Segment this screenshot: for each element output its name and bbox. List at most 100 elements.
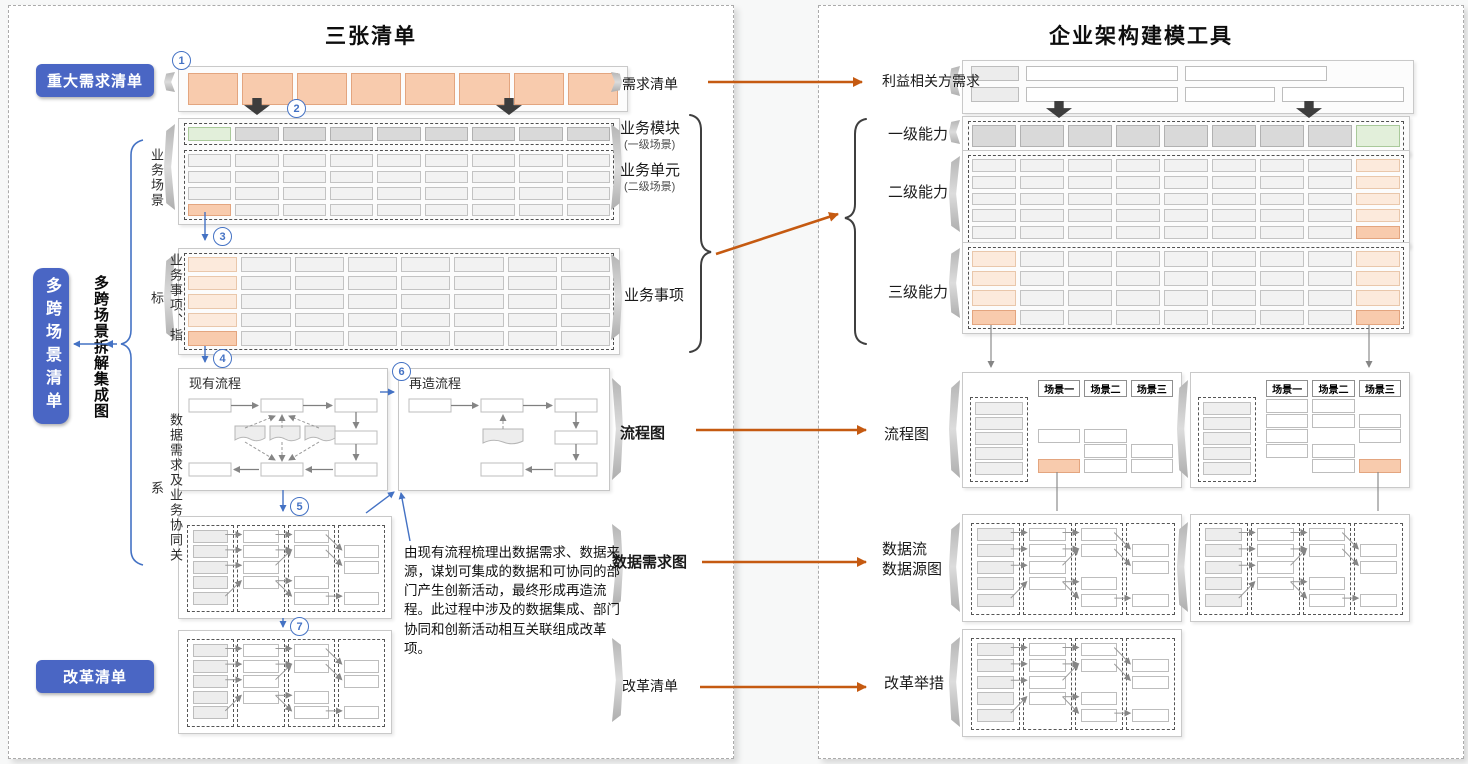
grid-cell: [348, 331, 397, 346]
grid-cell: [242, 73, 292, 105]
grid-cell: [1308, 290, 1352, 306]
lane-step-box: [975, 447, 1023, 460]
swimlane-activity-box: [1359, 429, 1401, 443]
mapping-box: [1029, 676, 1066, 689]
grid-cell: [567, 187, 610, 200]
grid-cell: [454, 257, 503, 272]
step-1-badge: 1: [172, 51, 191, 70]
mapping-box: [1081, 544, 1118, 557]
grid-cell: [401, 257, 450, 272]
grid-cell: [567, 204, 610, 217]
grid-cell: [1116, 159, 1160, 172]
grid-cell: [283, 127, 326, 141]
grid-cell: [1260, 193, 1304, 206]
reform-measures-map: [962, 629, 1182, 737]
swimlane-activity-box: [1266, 414, 1308, 428]
vertical-label-decompose-integrate: 多跨场景拆解集成图: [90, 266, 111, 428]
level2-capability-grid: [968, 155, 1404, 243]
grid-cell: [1116, 193, 1160, 206]
label-stakeholder-requirements: 利益相关方需求: [882, 71, 980, 91]
grid-cell: [1260, 176, 1304, 189]
grid-cell: [1116, 251, 1160, 267]
grid-cell: [283, 171, 326, 184]
swimlane-activity-box: [1359, 414, 1401, 428]
grid-cell: [508, 294, 557, 309]
grid-cell: [972, 251, 1016, 267]
stakeholder-item-box: [1026, 66, 1178, 81]
mapping-box: [1360, 544, 1397, 557]
mapping-box: [1029, 659, 1066, 672]
grid-cell: [1356, 290, 1400, 306]
grid-cell: [1068, 251, 1112, 267]
side-label-business-scene: 业务场景: [147, 136, 166, 220]
grid-cell: [561, 276, 610, 291]
mapping-box: [1257, 561, 1294, 574]
grid-cell: [1020, 159, 1064, 172]
process-note-text: 由现有流程梳理出数据需求、数据来源，谋划可集成的数据和可协同的部门产生创新活动，…: [404, 543, 620, 658]
grid-cell: [472, 187, 515, 200]
mapping-box: [1309, 577, 1346, 590]
grid-cell: [972, 226, 1016, 239]
step-7-badge: 7: [290, 617, 309, 636]
grid-cell: [348, 257, 397, 272]
swimlane-activity-box: [1312, 459, 1354, 473]
reform-list-map: [178, 630, 392, 734]
grid-cell: [567, 171, 610, 184]
badge-reform-list: 改革清单: [36, 660, 154, 693]
grid-cell: [972, 193, 1016, 206]
grid-cell: [1356, 310, 1400, 326]
mapping-box: [193, 545, 228, 558]
stakeholder-row: [971, 66, 1405, 81]
label-flow-chart-right: 流程图: [884, 423, 929, 444]
grid-cell: [1164, 176, 1208, 189]
mapping-box: [193, 592, 228, 605]
grid-cell: [1164, 310, 1208, 326]
grid-cell: [235, 154, 278, 167]
grid-cell: [972, 159, 1016, 172]
grid-cell: [401, 313, 450, 328]
swimlane-activity-box: [1084, 459, 1126, 473]
grid-cell: [1356, 159, 1400, 172]
grid-cell: [1260, 290, 1304, 306]
grid-cell: [1308, 193, 1352, 206]
stakeholder-item-box: [1185, 66, 1327, 81]
swimlane-activity-box: [1131, 444, 1173, 458]
grid-cell: [330, 187, 373, 200]
stakeholder-requirements-strip: [962, 60, 1414, 114]
grid-cell: [1212, 176, 1256, 189]
data-flow-source-map-1: [962, 514, 1182, 622]
grid-cell: [1068, 159, 1112, 172]
stakeholder-item-box: [1282, 87, 1404, 102]
mapping-box: [193, 644, 228, 657]
scenario-flow-chart-2: 场景一场景二场景三: [1190, 372, 1410, 488]
swimlane-activity-box: [1312, 399, 1354, 413]
mapping-column: [1075, 638, 1124, 730]
grid-cell: [1308, 310, 1352, 326]
grid-cell: [188, 154, 231, 167]
grid-cell: [401, 276, 450, 291]
diagram-canvas: 三张清单 企业架构建模工具 重大需求清单 1 需求清单 2 业务模块 (一级场景…: [0, 0, 1468, 764]
grid-cell: [1116, 290, 1160, 306]
swimlane-activity-box: [1084, 444, 1126, 458]
grid-cell: [1164, 290, 1208, 306]
grid-cell: [1356, 226, 1400, 239]
mapping-box: [1309, 594, 1346, 607]
grid-cell: [1356, 209, 1400, 222]
scene-tab: 场景二: [1312, 380, 1354, 397]
grid-cell: [454, 313, 503, 328]
grid-cell: [508, 257, 557, 272]
data-requirement-map: [178, 516, 392, 619]
swimlane-activity-box: [1131, 459, 1173, 473]
grid-cell: [568, 73, 618, 105]
label-business-module: 业务模块: [620, 117, 680, 138]
mapping-box: [1081, 692, 1118, 705]
grid-cell: [1212, 193, 1256, 206]
grid-cell: [1068, 193, 1112, 206]
grid-cell: [1068, 125, 1112, 147]
grid-cell: [1116, 209, 1160, 222]
grid-cell: [1308, 226, 1352, 239]
label-business-unit-sub: (二级场景): [624, 178, 675, 194]
grid-cell: [1116, 176, 1160, 189]
grid-cell: [295, 313, 344, 328]
swimlane-activity-box: [1266, 399, 1308, 413]
